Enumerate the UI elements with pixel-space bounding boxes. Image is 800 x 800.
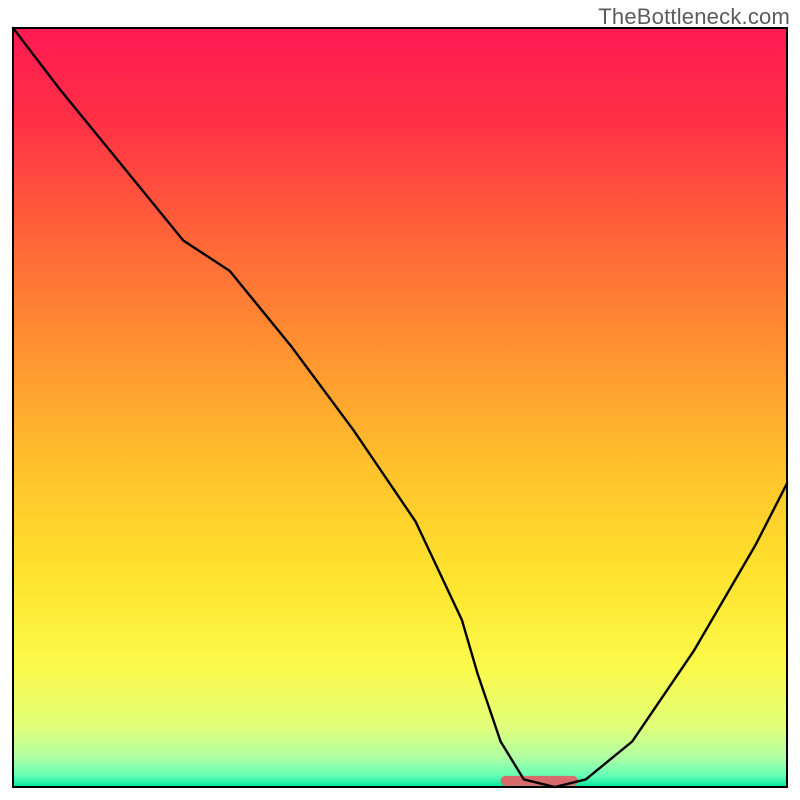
watermark-text: TheBottleneck.com (598, 4, 790, 30)
chart-background-gradient (13, 28, 787, 787)
bottleneck-chart (0, 0, 800, 800)
chart-container: TheBottleneck.com (0, 0, 800, 800)
